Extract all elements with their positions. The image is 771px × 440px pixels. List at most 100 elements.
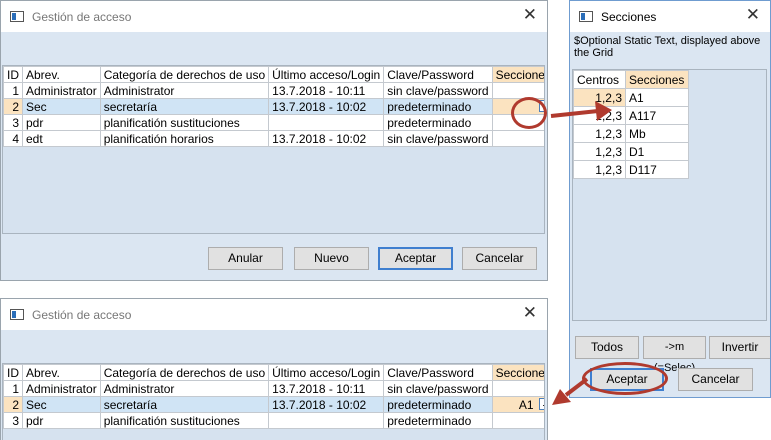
cell-centros[interactable]: 1,2,3 (573, 106, 626, 125)
cell-secciones[interactable] (491, 380, 544, 397)
cell-ultimo-acceso[interactable]: 13.7.2018 - 10:02 (268, 98, 385, 115)
col-header-secciones[interactable]: Secciones (491, 364, 544, 381)
cell-secciones[interactable] (491, 114, 544, 131)
cell-abrev[interactable]: Administrator (22, 82, 101, 99)
col-header-abrev[interactable]: Abrev. (22, 364, 101, 381)
cell-categoria[interactable]: planificatión horarios (99, 130, 270, 147)
cell-categoria[interactable]: planificatión sustituciones (99, 114, 270, 131)
cell-ultimo-acceso[interactable]: 13.7.2018 - 10:11 (268, 82, 385, 99)
col-header-ultimo-acceso[interactable]: Último acceso/Login (268, 66, 385, 83)
cell-centros[interactable]: 1,2,3 (573, 160, 626, 179)
window-title: Gestión de acceso (32, 10, 132, 24)
table-row[interactable]: 1,2,3 D117 (573, 160, 689, 179)
anular-button[interactable]: Anular (208, 247, 283, 270)
nuevo-button[interactable]: Nuevo (294, 247, 369, 270)
cell-secciones[interactable]: D1 (625, 142, 689, 161)
cell-id[interactable]: 2 (3, 98, 23, 115)
table-row[interactable]: 1,2,3 D1 (573, 142, 689, 161)
cell-secciones[interactable]: D117 (625, 160, 689, 179)
users-grid[interactable]: ID Abrev. Categoría de derechos de uso Ú… (2, 65, 545, 234)
aceptar-button[interactable]: Aceptar (378, 247, 453, 270)
close-icon[interactable]: ✕ (523, 303, 537, 323)
cell-ultimo-acceso[interactable] (268, 114, 385, 131)
cell-clave[interactable]: sin clave/password (383, 380, 493, 397)
cell-ultimo-acceso[interactable]: 13.7.2018 - 10:11 (268, 380, 385, 397)
cell-id[interactable]: 3 (3, 412, 23, 429)
table-row-selected[interactable]: 2 Sec secretaría 13.7.2018 - 10:02 prede… (3, 396, 544, 413)
cell-secciones[interactable] (491, 82, 544, 99)
cell-secciones[interactable] (491, 130, 544, 147)
col-header-categoria[interactable]: Categoría de derechos de uso (99, 364, 270, 381)
aceptar-button[interactable]: Aceptar (590, 368, 664, 391)
table-row[interactable]: 1 Administrator Administrator 13.7.2018 … (3, 380, 544, 397)
col-header-id[interactable]: ID (3, 364, 23, 381)
table-row[interactable]: 1 Administrator Administrator 13.7.2018 … (3, 82, 544, 99)
table-row[interactable]: 4 edt planificatión horarios 13.7.2018 -… (3, 130, 544, 147)
users-grid[interactable]: ID Abrev. Categoría de derechos de uso Ú… (2, 363, 545, 440)
cell-categoria[interactable]: Administrator (99, 380, 270, 397)
col-header-categoria[interactable]: Categoría de derechos de uso (99, 66, 270, 83)
cell-abrev[interactable]: Administrator (22, 380, 101, 397)
cell-id[interactable]: 1 (3, 380, 23, 397)
cell-id[interactable]: 3 (3, 114, 23, 131)
cell-clave[interactable]: predeterminado (383, 396, 493, 413)
ellipsis-button[interactable]: ... (538, 100, 544, 112)
col-header-clave[interactable]: Clave/Password (383, 364, 493, 381)
secciones-grid[interactable]: Centros Secciones 1,2,3 A1 1,2,3 A117 1,… (572, 69, 767, 321)
cell-ultimo-acceso[interactable]: 13.7.2018 - 10:02 (268, 396, 385, 413)
ellipsis-button[interactable]: ... (538, 398, 544, 410)
cell-clave[interactable]: sin clave/password (383, 130, 493, 147)
select-button[interactable]: ->m (=Selec) (643, 336, 706, 374)
cell-categoria[interactable]: Administrator (99, 82, 270, 99)
cell-secciones-value: A1 (518, 397, 534, 412)
table-row[interactable]: 3 pdr planificatión sustituciones predet… (3, 412, 544, 429)
col-header-ultimo-acceso[interactable]: Último acceso/Login (268, 364, 385, 381)
cell-clave[interactable]: predeterminado (383, 114, 493, 131)
cell-id[interactable]: 1 (3, 82, 23, 99)
col-header-secciones[interactable]: Secciones (625, 70, 689, 89)
cell-id[interactable]: 4 (3, 130, 23, 147)
cell-ultimo-acceso[interactable] (268, 412, 385, 429)
cell-abrev[interactable]: pdr (22, 114, 101, 131)
col-header-abrev[interactable]: Abrev. (22, 66, 101, 83)
close-icon[interactable]: ✕ (746, 5, 760, 25)
cell-categoria[interactable]: secretaría (99, 98, 270, 115)
cancelar-button[interactable]: Cancelar (678, 368, 753, 391)
cell-secciones[interactable]: A1 ... (491, 396, 544, 413)
invertir-button[interactable]: Invertir (709, 336, 770, 359)
cell-secciones[interactable]: A1 (625, 88, 689, 107)
col-header-id[interactable]: ID (3, 66, 23, 83)
cell-centros[interactable]: 1,2,3 (573, 88, 626, 107)
table-row[interactable]: 1,2,3 A1 (573, 88, 689, 107)
cell-abrev[interactable]: edt (22, 130, 101, 147)
cell-abrev[interactable]: Sec (22, 396, 101, 413)
close-icon[interactable]: ✕ (523, 5, 537, 25)
table-row-selected[interactable]: 2 Sec secretaría 13.7.2018 - 10:02 prede… (3, 98, 544, 115)
table-row[interactable]: 3 pdr planificatión sustituciones predet… (3, 114, 544, 131)
cell-clave[interactable]: predeterminado (383, 412, 493, 429)
todos-button[interactable]: Todos (575, 336, 639, 359)
cell-clave[interactable]: predeterminado (383, 98, 493, 115)
cancelar-button[interactable]: Cancelar (462, 247, 537, 270)
cell-centros[interactable]: 1,2,3 (573, 124, 626, 143)
cell-categoria[interactable]: planificatión sustituciones (99, 412, 270, 429)
cell-categoria[interactable]: secretaría (99, 396, 270, 413)
cell-abrev[interactable]: pdr (22, 412, 101, 429)
cell-id[interactable]: 2 (3, 396, 23, 413)
cell-abrev[interactable]: Sec (22, 98, 101, 115)
cell-secciones[interactable] (491, 412, 544, 429)
col-header-secciones[interactable]: Secciones (491, 66, 544, 83)
grid-header: Centros Secciones (573, 70, 689, 89)
access-management-window: Gestión de acceso ✕ ID Abrev. Categoría … (0, 0, 548, 281)
cell-ultimo-acceso[interactable]: 13.7.2018 - 10:02 (268, 130, 385, 147)
cell-clave[interactable]: sin clave/password (383, 82, 493, 99)
cell-secciones[interactable]: ... (491, 98, 544, 115)
cell-centros[interactable]: 1,2,3 (573, 142, 626, 161)
cell-secciones[interactable]: A117 (625, 106, 689, 125)
table-row[interactable]: 1,2,3 Mb (573, 124, 689, 143)
window-icon (10, 11, 24, 22)
table-row[interactable]: 1,2,3 A117 (573, 106, 689, 125)
col-header-clave[interactable]: Clave/Password (383, 66, 493, 83)
col-header-centros[interactable]: Centros (573, 70, 626, 89)
cell-secciones[interactable]: Mb (625, 124, 689, 143)
